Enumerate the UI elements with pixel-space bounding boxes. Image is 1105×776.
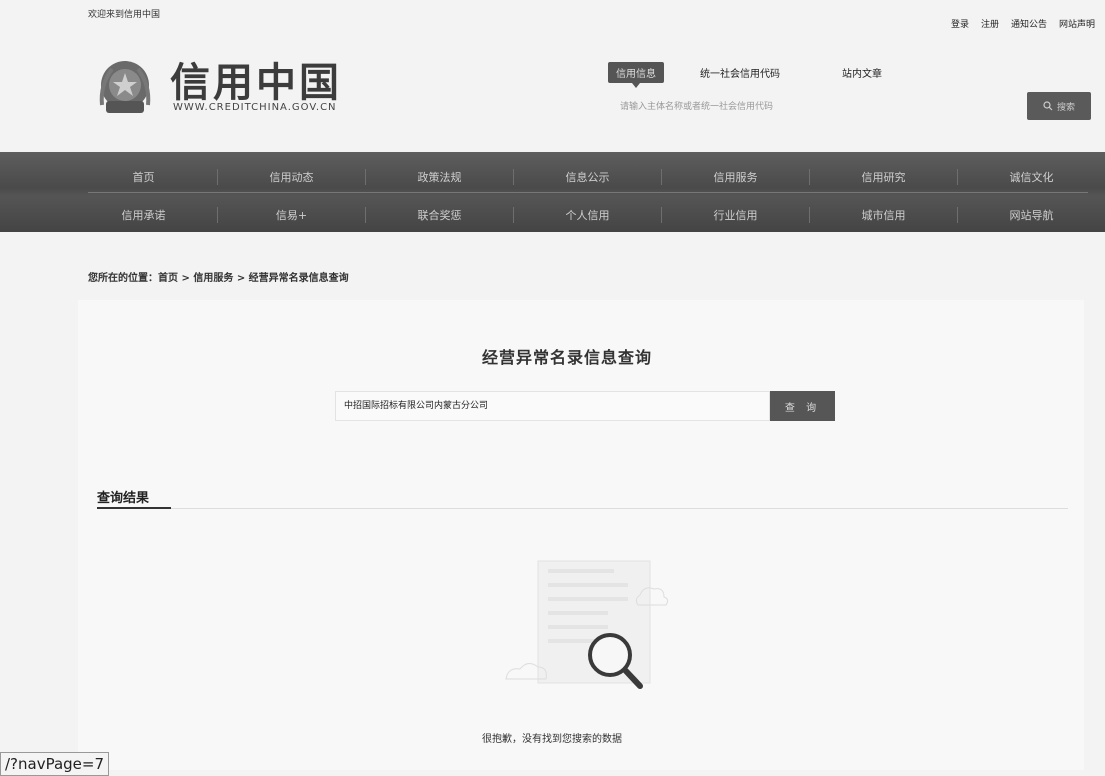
- nav-divider: [88, 192, 1088, 193]
- site-title: 信用中国: [170, 60, 342, 106]
- nav-item-credit-news[interactable]: 信用动态: [218, 169, 366, 185]
- top-links: 登录 注册 通知公告 网站声明: [951, 17, 1095, 30]
- nav-item-home[interactable]: 首页: [70, 169, 218, 185]
- no-results-illustration: [505, 560, 669, 689]
- tab-credit-code[interactable]: 统一社会信用代码: [692, 62, 788, 83]
- national-emblem-logo[interactable]: [92, 55, 158, 121]
- query-button[interactable]: 查 询: [770, 391, 835, 421]
- nav-item-credit-service[interactable]: 信用服务: [662, 169, 810, 185]
- welcome-text: 欢迎来到信用中国: [88, 10, 161, 20]
- nav-item-city-credit[interactable]: 城市信用: [810, 207, 958, 223]
- search-button[interactable]: 搜索: [1027, 92, 1091, 120]
- nav-item-policy[interactable]: 政策法规: [366, 169, 514, 185]
- nav-item-personal-credit[interactable]: 个人信用: [514, 207, 662, 223]
- query-input[interactable]: 中招国际招标有限公司内蒙古分公司: [335, 391, 770, 421]
- search-button-label: 搜索: [1056, 102, 1075, 113]
- nav-row-1: 首页 信用动态 政策法规 信息公示 信用服务 信用研究 诚信文化: [70, 169, 1105, 185]
- nav-row-2: 信用承诺 信易+ 联合奖惩 个人信用 行业信用 城市信用 网站导航: [70, 207, 1105, 223]
- notice-link[interactable]: 通知公告: [1011, 17, 1047, 30]
- results-underline: [97, 507, 171, 509]
- site-url: WWW.CREDITCHINA.GOV.CN: [173, 102, 337, 113]
- search-icon: [1043, 101, 1053, 111]
- breadcrumb: 您所在的位置：首页 > 信用服务 > 经营异常名录信息查询: [88, 273, 349, 284]
- nav-item-xinyi-plus[interactable]: 信易+: [218, 207, 366, 223]
- status-bar-url: /?navPage=7: [0, 752, 110, 776]
- nav-item-credit-research[interactable]: 信用研究: [810, 169, 958, 185]
- nav-item-credit-commitment[interactable]: 信用承诺: [70, 207, 218, 223]
- register-link[interactable]: 注册: [981, 17, 999, 30]
- nav-item-integrity-culture[interactable]: 诚信文化: [958, 169, 1105, 185]
- login-link[interactable]: 登录: [951, 17, 969, 30]
- nav-item-industry-credit[interactable]: 行业信用: [662, 207, 810, 223]
- empty-message: 很抱歉，没有找到您搜索的数据: [482, 734, 622, 745]
- tab-credit-info[interactable]: 信用信息: [608, 62, 664, 88]
- search-tabs: 信用信息 统一社会信用代码 站内文章: [608, 62, 890, 88]
- results-divider: [171, 508, 1068, 509]
- nav-item-disclosure[interactable]: 信息公示: [514, 169, 662, 185]
- content-panel: [78, 300, 1084, 770]
- statement-link[interactable]: 网站声明: [1059, 17, 1095, 30]
- nav-item-site-nav[interactable]: 网站导航: [958, 207, 1105, 223]
- main-nav: 首页 信用动态 政策法规 信息公示 信用服务 信用研究 诚信文化 信用承诺 信易…: [0, 152, 1105, 232]
- search-input[interactable]: 请输入主体名称或者统一社会信用代码: [620, 99, 773, 112]
- nav-item-joint-rewards[interactable]: 联合奖惩: [366, 207, 514, 223]
- page-title: 经营异常名录信息查询: [482, 348, 653, 367]
- results-title: 查询结果: [97, 491, 150, 506]
- tab-site-articles[interactable]: 站内文章: [834, 62, 890, 83]
